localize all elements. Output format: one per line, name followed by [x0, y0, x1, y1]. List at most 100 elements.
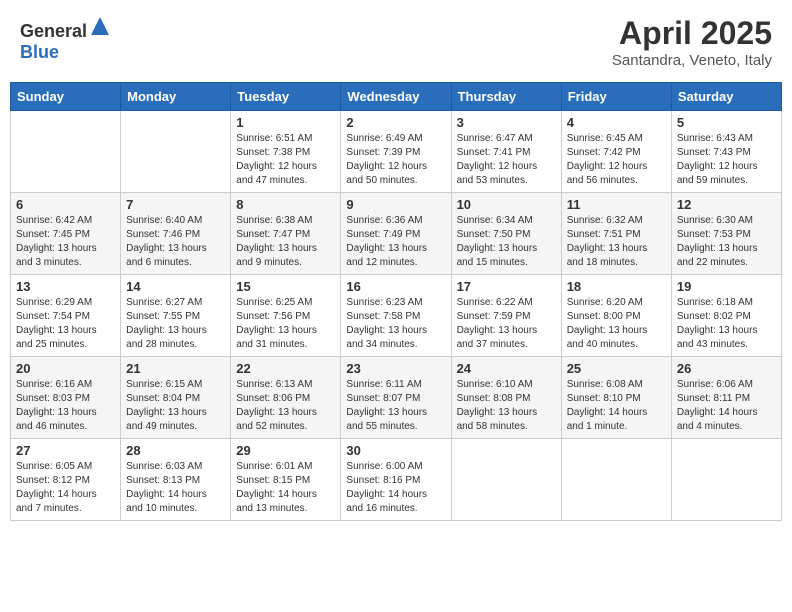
logo-text: General Blue — [20, 15, 111, 63]
day-number: 3 — [457, 115, 556, 130]
day-number: 18 — [567, 279, 666, 294]
calendar-cell: 18 Sunrise: 6:20 AM Sunset: 8:00 PM Dayli… — [561, 275, 671, 357]
calendar-cell: 3 Sunrise: 6:47 AM Sunset: 7:41 PM Daylig… — [451, 111, 561, 193]
day-number: 7 — [126, 197, 225, 212]
day-info: Sunrise: 6:51 AM Sunset: 7:38 PM Dayligh… — [236, 132, 335, 188]
day-info: Sunrise: 6:18 AM Sunset: 8:02 PM Dayligh… — [677, 296, 776, 352]
day-info: Sunrise: 6:43 AM Sunset: 7:43 PM Dayligh… — [677, 132, 776, 188]
day-header-sunday: Sunday — [11, 83, 121, 111]
day-info: Sunrise: 6:47 AM Sunset: 7:41 PM Dayligh… — [457, 132, 556, 188]
day-number: 15 — [236, 279, 335, 294]
day-number: 13 — [16, 279, 115, 294]
day-info: Sunrise: 6:16 AM Sunset: 8:03 PM Dayligh… — [16, 378, 115, 434]
logo-blue: Blue — [20, 42, 59, 62]
logo: General Blue — [20, 15, 111, 63]
week-row-3: 13 Sunrise: 6:29 AM Sunset: 7:54 PM Dayli… — [11, 275, 782, 357]
day-info: Sunrise: 6:08 AM Sunset: 8:10 PM Dayligh… — [567, 378, 666, 434]
page-header: General Blue April 2025 Santandra, Venet… — [10, 10, 782, 74]
calendar-cell: 10 Sunrise: 6:34 AM Sunset: 7:50 PM Dayli… — [451, 193, 561, 275]
calendar-subtitle: Santandra, Veneto, Italy — [612, 52, 772, 69]
calendar-cell: 16 Sunrise: 6:23 AM Sunset: 7:58 PM Dayli… — [341, 275, 451, 357]
day-info: Sunrise: 6:25 AM Sunset: 7:56 PM Dayligh… — [236, 296, 335, 352]
calendar-cell — [561, 439, 671, 521]
logo-icon — [89, 15, 111, 37]
day-number: 28 — [126, 443, 225, 458]
day-info: Sunrise: 6:49 AM Sunset: 7:39 PM Dayligh… — [346, 132, 445, 188]
calendar-cell: 14 Sunrise: 6:27 AM Sunset: 7:55 PM Dayli… — [121, 275, 231, 357]
day-header-friday: Friday — [561, 83, 671, 111]
day-info: Sunrise: 6:06 AM Sunset: 8:11 PM Dayligh… — [677, 378, 776, 434]
calendar-cell: 27 Sunrise: 6:05 AM Sunset: 8:12 PM Dayli… — [11, 439, 121, 521]
day-number: 10 — [457, 197, 556, 212]
day-number: 16 — [346, 279, 445, 294]
day-number: 30 — [346, 443, 445, 458]
day-number: 6 — [16, 197, 115, 212]
day-number: 14 — [126, 279, 225, 294]
day-number: 4 — [567, 115, 666, 130]
day-info: Sunrise: 6:32 AM Sunset: 7:51 PM Dayligh… — [567, 214, 666, 270]
day-info: Sunrise: 6:00 AM Sunset: 8:16 PM Dayligh… — [346, 460, 445, 516]
day-number: 11 — [567, 197, 666, 212]
day-info: Sunrise: 6:42 AM Sunset: 7:45 PM Dayligh… — [16, 214, 115, 270]
day-info: Sunrise: 6:15 AM Sunset: 8:04 PM Dayligh… — [126, 378, 225, 434]
calendar-cell: 13 Sunrise: 6:29 AM Sunset: 7:54 PM Dayli… — [11, 275, 121, 357]
week-row-5: 27 Sunrise: 6:05 AM Sunset: 8:12 PM Dayli… — [11, 439, 782, 521]
day-info: Sunrise: 6:40 AM Sunset: 7:46 PM Dayligh… — [126, 214, 225, 270]
calendar-cell: 22Sunrise: 6:13 AM Sunset: 8:06 PM Dayli… — [231, 357, 341, 439]
day-number: 1 — [236, 115, 335, 130]
day-number: 21 — [126, 361, 225, 376]
calendar-cell — [121, 111, 231, 193]
day-number: 19 — [677, 279, 776, 294]
day-info: Sunrise: 6:01 AM Sunset: 8:15 PM Dayligh… — [236, 460, 335, 516]
calendar-cell — [11, 111, 121, 193]
calendar-cell: 9Sunrise: 6:36 AM Sunset: 7:49 PM Daylig… — [341, 193, 451, 275]
calendar-cell: 2Sunrise: 6:49 AM Sunset: 7:39 PM Daylig… — [341, 111, 451, 193]
day-number: 29 — [236, 443, 335, 458]
calendar-cell: 1 Sunrise: 6:51 AM Sunset: 7:38 PM Daylig… — [231, 111, 341, 193]
day-info: Sunrise: 6:29 AM Sunset: 7:54 PM Dayligh… — [16, 296, 115, 352]
day-number: 27 — [16, 443, 115, 458]
calendar-header-row: SundayMondayTuesdayWednesdayThursdayFrid… — [11, 83, 782, 111]
day-number: 26 — [677, 361, 776, 376]
title-block: April 2025 Santandra, Veneto, Italy — [612, 15, 772, 69]
calendar-cell: 24Sunrise: 6:10 AM Sunset: 8:08 PM Dayli… — [451, 357, 561, 439]
calendar-cell: 17Sunrise: 6:22 AM Sunset: 7:59 PM Dayli… — [451, 275, 561, 357]
calendar-title: April 2025 — [612, 15, 772, 52]
calendar-cell — [451, 439, 561, 521]
day-info: Sunrise: 6:45 AM Sunset: 7:42 PM Dayligh… — [567, 132, 666, 188]
day-info: Sunrise: 6:20 AM Sunset: 8:00 PM Dayligh… — [567, 296, 666, 352]
day-header-monday: Monday — [121, 83, 231, 111]
calendar-cell — [671, 439, 781, 521]
calendar-cell: 19 Sunrise: 6:18 AM Sunset: 8:02 PM Dayli… — [671, 275, 781, 357]
week-row-1: 1 Sunrise: 6:51 AM Sunset: 7:38 PM Daylig… — [11, 111, 782, 193]
calendar-cell: 26 Sunrise: 6:06 AM Sunset: 8:11 PM Dayli… — [671, 357, 781, 439]
day-info: Sunrise: 6:27 AM Sunset: 7:55 PM Dayligh… — [126, 296, 225, 352]
day-info: Sunrise: 6:38 AM Sunset: 7:47 PM Dayligh… — [236, 214, 335, 270]
calendar-cell: 21 Sunrise: 6:15 AM Sunset: 8:04 PM Dayli… — [121, 357, 231, 439]
day-info: Sunrise: 6:36 AM Sunset: 7:49 PM Dayligh… — [346, 214, 445, 270]
calendar-cell: 12 Sunrise: 6:30 AM Sunset: 7:53 PM Dayli… — [671, 193, 781, 275]
calendar-table: SundayMondayTuesdayWednesdayThursdayFrid… — [10, 82, 782, 521]
day-header-tuesday: Tuesday — [231, 83, 341, 111]
day-info: Sunrise: 6:30 AM Sunset: 7:53 PM Dayligh… — [677, 214, 776, 270]
calendar-cell: 6 Sunrise: 6:42 AM Sunset: 7:45 PM Daylig… — [11, 193, 121, 275]
calendar-cell: 30 Sunrise: 6:00 AM Sunset: 8:16 PM Dayli… — [341, 439, 451, 521]
day-info: Sunrise: 6:23 AM Sunset: 7:58 PM Dayligh… — [346, 296, 445, 352]
day-number: 24 — [457, 361, 556, 376]
week-row-4: 20Sunrise: 6:16 AM Sunset: 8:03 PM Dayli… — [11, 357, 782, 439]
calendar-cell: 5Sunrise: 6:43 AM Sunset: 7:43 PM Daylig… — [671, 111, 781, 193]
day-header-thursday: Thursday — [451, 83, 561, 111]
day-number: 12 — [677, 197, 776, 212]
day-info: Sunrise: 6:13 AM Sunset: 8:06 PM Dayligh… — [236, 378, 335, 434]
calendar-cell: 25Sunrise: 6:08 AM Sunset: 8:10 PM Dayli… — [561, 357, 671, 439]
calendar-cell: 15 Sunrise: 6:25 AM Sunset: 7:56 PM Dayli… — [231, 275, 341, 357]
calendar-cell: 7 Sunrise: 6:40 AM Sunset: 7:46 PM Daylig… — [121, 193, 231, 275]
day-number: 17 — [457, 279, 556, 294]
day-info: Sunrise: 6:11 AM Sunset: 8:07 PM Dayligh… — [346, 378, 445, 434]
day-info: Sunrise: 6:05 AM Sunset: 8:12 PM Dayligh… — [16, 460, 115, 516]
day-info: Sunrise: 6:34 AM Sunset: 7:50 PM Dayligh… — [457, 214, 556, 270]
day-header-saturday: Saturday — [671, 83, 781, 111]
logo-general: General — [20, 21, 87, 41]
calendar-cell: 20Sunrise: 6:16 AM Sunset: 8:03 PM Dayli… — [11, 357, 121, 439]
week-row-2: 6 Sunrise: 6:42 AM Sunset: 7:45 PM Daylig… — [11, 193, 782, 275]
